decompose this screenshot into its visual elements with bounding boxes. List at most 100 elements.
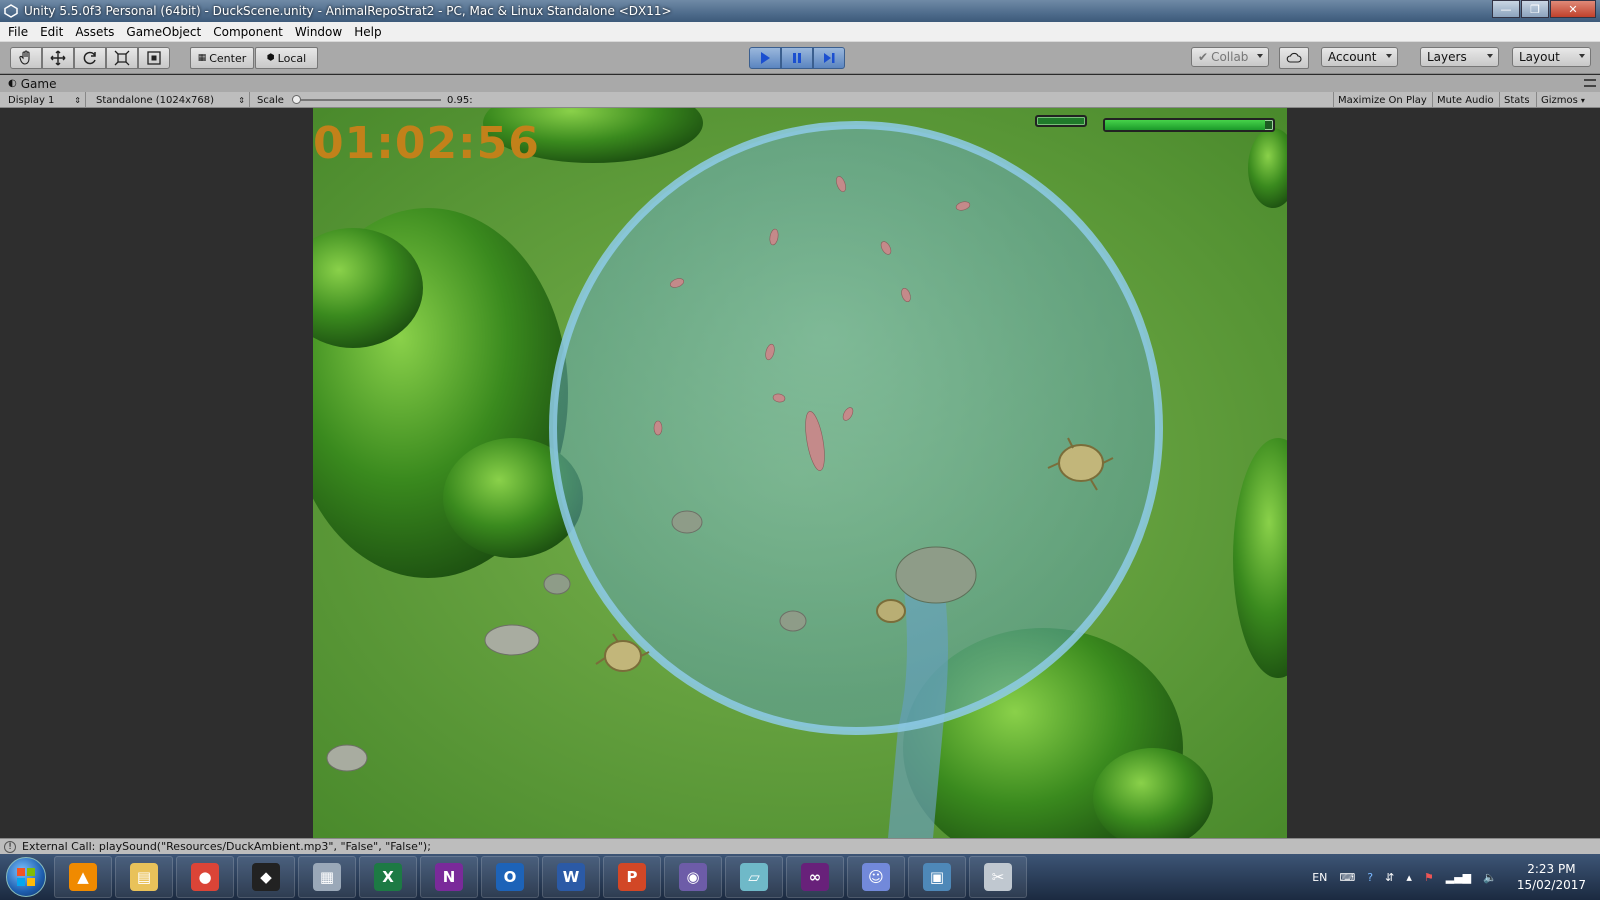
- layout-dropdown[interactable]: Layout: [1512, 47, 1591, 67]
- step-button[interactable]: [813, 47, 845, 69]
- system-tray: EN ⌨ ? ⇵ ▴ ⚑ ▂▄▆ 🔈 2:23 PM 15/02/2017: [1306, 854, 1586, 900]
- collab-check-icon: ✔: [1198, 50, 1209, 64]
- menu-gameobject[interactable]: GameObject: [122, 25, 209, 39]
- menu-help[interactable]: Help: [350, 25, 389, 39]
- pivot-local-button[interactable]: ⬢ Local: [255, 47, 318, 69]
- action-center-flag-icon[interactable]: ⚑: [1424, 871, 1434, 884]
- taskbar-app-word[interactable]: W: [542, 856, 600, 898]
- vlc-icon: ▲: [69, 863, 97, 891]
- collab-dropdown[interactable]: ✔ Collab: [1191, 47, 1269, 67]
- taskbar: ▲ ▤ ● ◆ ▦ X N O W P ◉ ▱ ∞ ☺ ▣ ✂ EN ⌨ ? ⇵ ▴ ⚑ ▂▄▆ 🔈 2:23…: [0, 854, 1600, 900]
- gizmos-dropdown[interactable]: Gizmos ▾: [1536, 92, 1589, 108]
- unity-logo-icon: [2, 2, 20, 20]
- menu-window[interactable]: Window: [291, 25, 350, 39]
- network-adapter-icon[interactable]: ⇵: [1385, 871, 1394, 884]
- chevron-down-icon: [1579, 54, 1585, 58]
- outlook-icon: O: [496, 863, 524, 891]
- clock[interactable]: 2:23 PM 15/02/2017: [1517, 861, 1586, 893]
- taskbar-app-visual-studio[interactable]: ∞: [786, 856, 844, 898]
- taskbar-app-powerpoint[interactable]: P: [603, 856, 661, 898]
- step-icon: [824, 53, 835, 63]
- gizmos-label: Gizmos: [1541, 94, 1578, 106]
- menu-file[interactable]: File: [4, 25, 36, 39]
- layers-dropdown[interactable]: Layers: [1420, 47, 1499, 67]
- taskbar-app-photos[interactable]: ▣: [908, 856, 966, 898]
- keyboard-icon[interactable]: ⌨: [1339, 871, 1355, 884]
- pause-button[interactable]: [781, 47, 813, 69]
- status-message: External Call: playSound("Resources/Duck…: [22, 840, 431, 853]
- resolution-select[interactable]: Standalone (1024x768) ⇕: [92, 92, 250, 108]
- taskbar-app-excel[interactable]: X: [359, 856, 417, 898]
- clock-time: 2:23 PM: [1527, 862, 1576, 876]
- maximize-on-play-toggle[interactable]: Maximize On Play: [1333, 92, 1431, 108]
- tab-menu-icon[interactable]: [1584, 79, 1596, 87]
- menu-bar: File Edit Assets GameObject Component Wi…: [0, 22, 1600, 42]
- hud-indicator-small: [1035, 115, 1087, 127]
- taskbar-app-discord[interactable]: ☺: [847, 856, 905, 898]
- hand-tool-button[interactable]: [10, 47, 42, 69]
- pivot-icon: ▦: [197, 53, 207, 63]
- taskbar-app-snipping-tool[interactable]: ✂: [969, 856, 1027, 898]
- game-scene[interactable]: [313, 108, 1287, 838]
- console-status-bar[interactable]: ! External Call: playSound("Resources/Du…: [0, 838, 1600, 854]
- scale-slider-track[interactable]: [293, 99, 441, 101]
- tab-game[interactable]: ◐ Game: [8, 75, 56, 92]
- space-label: Local: [277, 51, 307, 65]
- taskbar-app-github-desktop[interactable]: ◉: [664, 856, 722, 898]
- pivot-center-button[interactable]: ▦ Center: [190, 47, 254, 69]
- scale-slider-thumb[interactable]: [291, 95, 301, 104]
- scale-tool-button[interactable]: [106, 47, 138, 69]
- taskbar-app-file-explorer[interactable]: ▤: [115, 856, 173, 898]
- scale-value: 0.95:: [447, 94, 473, 106]
- taskbar-app-calculator[interactable]: ▦: [298, 856, 356, 898]
- rotate-tool-button[interactable]: [74, 47, 106, 69]
- start-button[interactable]: [6, 857, 46, 897]
- excel-icon: X: [374, 863, 402, 891]
- menu-component[interactable]: Component: [209, 25, 291, 39]
- taskbar-app-unity[interactable]: ◆: [237, 856, 295, 898]
- rock: [543, 573, 571, 595]
- close-button[interactable]: ✕: [1550, 0, 1596, 18]
- taskbar-apps: ▲ ▤ ● ◆ ▦ X N O W P ◉ ▱ ∞ ☺ ▣ ✂: [54, 856, 1030, 898]
- taskbar-app-notepad[interactable]: ▱: [725, 856, 783, 898]
- stats-toggle[interactable]: Stats: [1499, 92, 1534, 108]
- taskbar-app-onenote[interactable]: N: [420, 856, 478, 898]
- powerpoint-icon: P: [618, 863, 646, 891]
- show-hidden-icons-chevron-up-icon[interactable]: ▴: [1406, 871, 1412, 884]
- hud-health-bar-fill: [1105, 120, 1265, 130]
- rect-tool-button[interactable]: [138, 47, 170, 69]
- game-view[interactable]: 01:02:56: [313, 108, 1287, 838]
- window-title: Unity 5.5.0f3 Personal (64bit) - DuckSce…: [24, 4, 672, 18]
- play-button[interactable]: [749, 47, 781, 69]
- window-title-bar[interactable]: Unity 5.5.0f3 Personal (64bit) - DuckSce…: [0, 0, 1600, 22]
- game-tab-bar: ◐ Game: [0, 75, 1600, 92]
- onenote-icon: N: [435, 863, 463, 891]
- display-select[interactable]: Display 1 ⇕: [4, 92, 86, 108]
- cloud-button[interactable]: [1279, 47, 1309, 69]
- resolution-label: Standalone (1024x768): [96, 94, 215, 106]
- info-icon: !: [4, 840, 16, 853]
- menu-edit[interactable]: Edit: [36, 25, 71, 39]
- github-desktop-icon: ◉: [679, 863, 707, 891]
- menu-assets[interactable]: Assets: [71, 25, 122, 39]
- play-icon: [761, 52, 770, 64]
- help-icon[interactable]: ?: [1367, 871, 1373, 884]
- minimize-button[interactable]: —: [1492, 0, 1520, 18]
- language-indicator[interactable]: EN: [1312, 871, 1327, 884]
- rect-transform-icon: [147, 51, 161, 65]
- account-dropdown[interactable]: Account: [1321, 47, 1398, 67]
- chevron-down-icon: [1257, 54, 1263, 58]
- taskbar-app-chrome[interactable]: ●: [176, 856, 234, 898]
- taskbar-app-vlc[interactable]: ▲: [54, 856, 112, 898]
- restore-button[interactable]: ❐: [1521, 0, 1549, 18]
- move-icon: [50, 50, 66, 66]
- volume-icon[interactable]: 🔈: [1483, 871, 1497, 884]
- unity-icon: ◆: [252, 863, 280, 891]
- mute-audio-toggle[interactable]: Mute Audio: [1432, 92, 1498, 108]
- tab-game-label: Game: [20, 76, 57, 91]
- rotate-icon: [83, 51, 96, 65]
- toolbar: ▦ Center ⬢ Local ✔ Collab Account Layers…: [0, 42, 1600, 74]
- signal-icon[interactable]: ▂▄▆: [1446, 871, 1471, 884]
- taskbar-app-outlook[interactable]: O: [481, 856, 539, 898]
- move-tool-button[interactable]: [42, 47, 74, 69]
